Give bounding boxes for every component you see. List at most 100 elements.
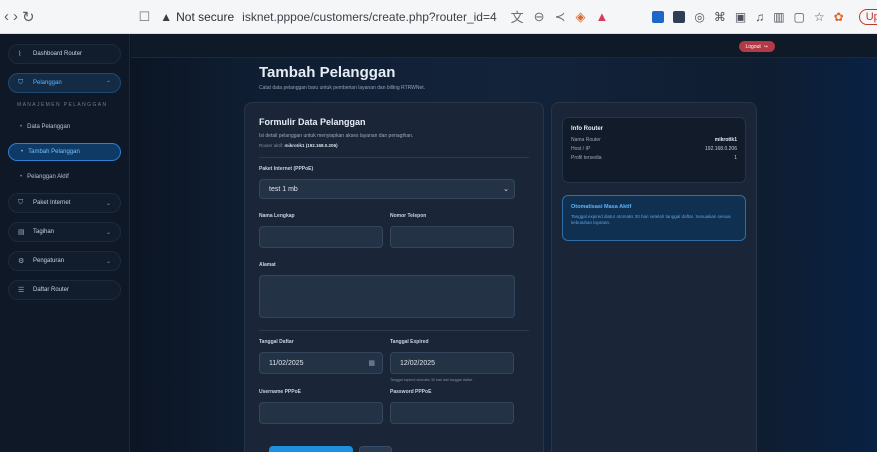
package-label: Paket Internet (PPPoE) <box>259 166 314 172</box>
exp-date-label: Tanggal Expired <box>390 339 429 345</box>
chevron-down-icon: ⌄ <box>503 186 509 193</box>
update-button[interactable]: Update <box>858 8 877 25</box>
sidebar-item-paket-internet[interactable]: ⛉ Paket Internet ⌄ <box>8 193 121 213</box>
sidebar-item-tambah-pelanggan[interactable]: • Tambah Pelanggan <box>8 143 121 161</box>
background-glow <box>767 58 877 452</box>
name-input[interactable] <box>259 226 383 248</box>
sidebar-item-pelanggan[interactable]: ⛉ Pelanggan ⌃ <box>8 73 121 93</box>
sidepanel-icon[interactable]: ▥ <box>773 10 784 24</box>
gear-icon: ⚙ <box>18 258 25 265</box>
bookmark-icon[interactable]: ☐ <box>139 9 151 25</box>
router-value: mikrotik1 (192.168.0.206) <box>284 143 338 148</box>
warning-icon: ▲ <box>160 9 173 24</box>
address-bar[interactable]: isknet.pppoe/customers/create.php?router… <box>242 10 497 24</box>
page-subtitle: Catat data pelanggan baru untuk pemberia… <box>259 85 426 91</box>
info-key: Nama Router <box>571 137 601 143</box>
sidebar-item-daftar-router[interactable]: ☰ Daftar Router <box>8 280 121 300</box>
reg-date-value: 11/02/2025 <box>269 359 304 367</box>
zoom-icon[interactable]: ⊖ <box>534 9 545 25</box>
logout-button[interactable]: Logout ↪ <box>738 41 775 52</box>
sidebar-item-pengaturan[interactable]: ⚙ Pengaturan ⌄ <box>8 251 121 271</box>
sidebar-item-label: Pengaturan <box>33 258 65 264</box>
customer-form-card: Formulir Data Pelanggan Isi detail pelan… <box>244 102 544 452</box>
main-content: Tambah Pelanggan Catat data pelanggan ba… <box>131 58 877 452</box>
router-prefix: Router aktif: <box>259 143 284 148</box>
divider <box>259 330 529 331</box>
divider <box>259 157 529 158</box>
security-label: Not secure <box>176 9 235 24</box>
reload-icon[interactable]: ↻ <box>22 8 35 26</box>
share-icon[interactable]: ≺ <box>555 9 566 25</box>
extension-icon[interactable] <box>652 10 665 23</box>
info-row: Nama Router mikrotik1 <box>571 137 737 143</box>
auto-expiry-title: Otomatisasi Masa Aktif <box>571 204 632 210</box>
sidebar-item-label: Daftar Router <box>33 287 70 293</box>
address-actions: 文 ⊖ ≺ ◈ ▲ <box>511 7 609 26</box>
sidebar-item-label: Data Pelanggan <box>27 124 71 130</box>
sidebar-item-label: Dashboard Router <box>33 51 83 57</box>
info-value: 192.168.0.206 <box>705 146 737 152</box>
chart-icon: ⌇ <box>18 51 22 58</box>
sidebar-item-tagihan[interactable]: ▤ Tagihan ⌄ <box>8 222 121 242</box>
sidebar-section-label: MANAJEMEN PELANGGAN <box>17 102 108 108</box>
sidebar-item-label: Pelanggan Aktif <box>27 174 69 180</box>
exp-date-value: 12/02/2025 <box>400 359 436 367</box>
username-input[interactable] <box>259 402 383 424</box>
sidebar-item-label: Pelanggan <box>33 80 62 86</box>
security-indicator[interactable]: ▲ Not secure <box>160 10 234 24</box>
logout-label: Logout <box>745 43 761 50</box>
form-router-info: Router aktif: mikrotik1 (192.168.0.206) <box>259 143 529 148</box>
info-row: Host / IP 192.168.0.206 <box>571 146 737 152</box>
calendar-icon[interactable]: ▦ <box>368 359 375 367</box>
back-icon[interactable]: ‹ <box>4 8 9 26</box>
username-label: Username PPPoE <box>259 389 301 395</box>
password-label: Password PPPoE <box>390 389 432 395</box>
bookmark-star-icon[interactable]: ☆ <box>814 10 825 24</box>
password-input[interactable] <box>390 402 514 424</box>
extension-icon[interactable]: ◎ <box>694 10 704 24</box>
forward-icon[interactable]: › <box>13 8 18 26</box>
info-value: 1 <box>734 155 737 161</box>
auto-expiry-notice: Otomatisasi Masa Aktif Tanggal expired d… <box>562 195 746 241</box>
chevron-down-icon: ⌄ <box>105 200 111 207</box>
sidebar-item-data-pelanggan[interactable]: • Data Pelanggan <box>8 118 121 136</box>
sidebar-item-label: Tambah Pelanggan <box>28 149 80 155</box>
router-info-box: Info Router Nama Router mikrotik1 Host /… <box>562 117 746 183</box>
form-title: Formulir Data Pelanggan <box>259 117 366 127</box>
tab-icon[interactable]: ▢ <box>794 10 805 24</box>
media-icon[interactable]: ♫ <box>755 10 764 24</box>
reg-date-input[interactable]: 11/02/2025 ▦ <box>259 352 383 374</box>
invoice-icon: ▤ <box>18 229 25 236</box>
phone-label: Nomor Telepon <box>390 213 427 219</box>
extension-icon[interactable]: ▣ <box>735 10 746 24</box>
topbar: Logout ↪ <box>131 34 877 58</box>
sidebar-item-dashboard-router[interactable]: ⌇ Dashboard Router <box>8 44 121 64</box>
exp-date-input[interactable]: 12/02/2025 <box>390 352 514 374</box>
puzzle-icon[interactable]: ⌘ <box>714 10 726 24</box>
phone-input[interactable] <box>390 226 514 248</box>
cancel-button[interactable] <box>359 446 392 452</box>
user-icon: ⛉ <box>18 79 24 86</box>
list-icon: ☰ <box>18 287 25 294</box>
extension-icon[interactable] <box>673 10 686 23</box>
package-select[interactable]: test 1 mb ⌄ <box>259 179 515 199</box>
alert-icon[interactable]: ▲ <box>595 9 608 24</box>
bullet-icon: • <box>20 124 23 130</box>
shield-icon[interactable]: ◈ <box>575 9 585 25</box>
router-info-title: Info Router <box>571 126 603 132</box>
form-description: Isi detail pelanggan untuk menyiapkan ak… <box>259 133 414 139</box>
address-textarea[interactable] <box>259 275 515 318</box>
sidebar-item-pelanggan-aktif[interactable]: • Pelanggan Aktif <box>8 168 121 186</box>
chevron-down-icon: ⌄ <box>105 229 111 236</box>
profile-icon[interactable]: ✿ <box>834 10 844 24</box>
bullet-icon: • <box>21 149 24 155</box>
info-value: mikrotik1 <box>714 137 737 143</box>
sidebar-item-label: Tagihan <box>33 229 55 235</box>
chevron-up-icon: ⌃ <box>105 80 111 87</box>
router-info-card: Info Router Nama Router mikrotik1 Host /… <box>551 102 757 452</box>
translate-icon[interactable]: 文 <box>511 7 524 26</box>
exp-date-hint: Tanggal expired otomatis 30 hari dari ta… <box>390 378 473 382</box>
save-button[interactable] <box>269 446 353 452</box>
name-label: Nama Lengkap <box>259 213 295 219</box>
auto-expiry-text: Tanggal expired diatur otomatis 30 hari … <box>571 214 731 225</box>
